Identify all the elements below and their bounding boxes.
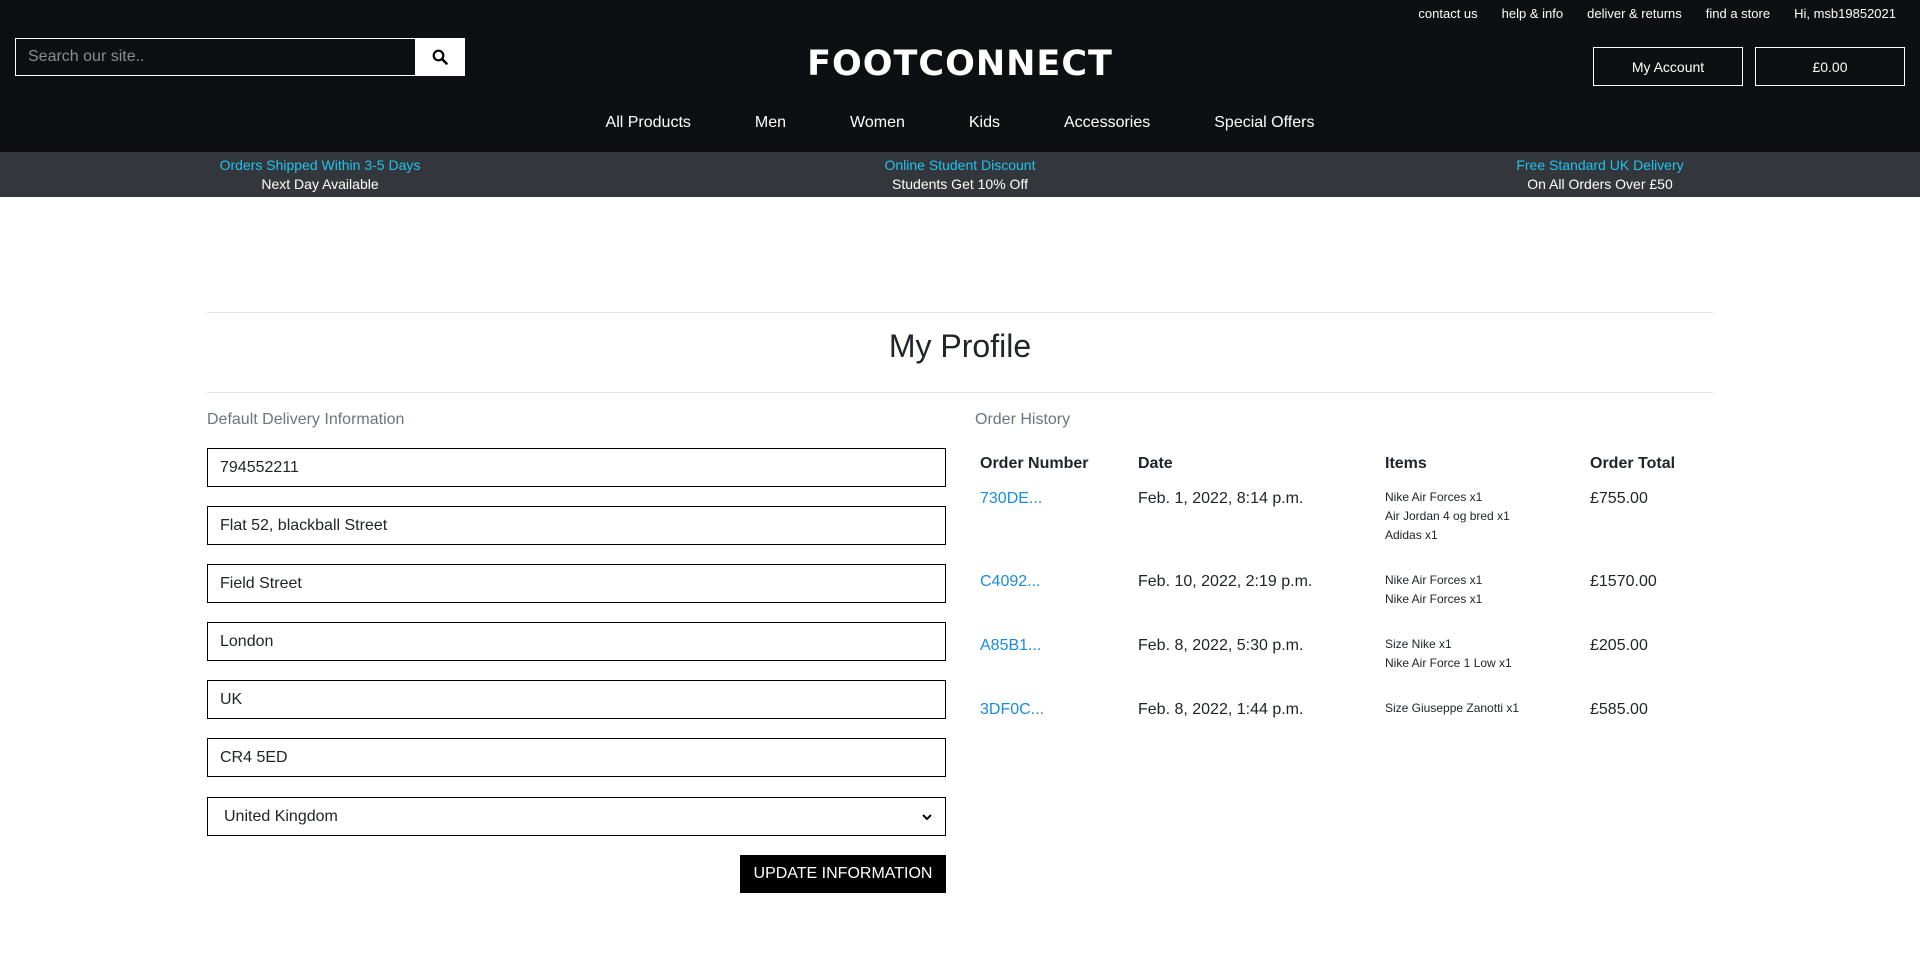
order-total: £755.00 bbox=[1590, 490, 1648, 507]
nav-all-products[interactable]: All Products bbox=[606, 113, 691, 133]
order-items: Nike Air Forces x1 Air Jordan 4 og bred … bbox=[1385, 488, 1510, 545]
country-select-value: United Kingdom bbox=[224, 807, 338, 825]
order-number-link[interactable]: A85B1... bbox=[980, 637, 1041, 655]
promo-student: Online Student Discount Students Get 10%… bbox=[780, 156, 1140, 194]
order-date: Feb. 1, 2022, 8:14 p.m. bbox=[1138, 490, 1304, 507]
order-number-link[interactable]: C4092... bbox=[980, 573, 1040, 591]
promo-shipping: Orders Shipped Within 3-5 Days Next Day … bbox=[140, 156, 500, 194]
order-item: Size Nike x1 bbox=[1385, 637, 1452, 651]
order-items: Nike Air Forces x1 Nike Air Forces x1 bbox=[1385, 571, 1482, 609]
nav-special-offers[interactable]: Special Offers bbox=[1214, 113, 1314, 133]
order-total: £205.00 bbox=[1590, 637, 1648, 654]
promo-student-title[interactable]: Online Student Discount bbox=[780, 156, 1140, 174]
divider-top bbox=[207, 312, 1713, 313]
update-information-button[interactable]: UPDATE INFORMATION bbox=[740, 855, 946, 893]
col-header-items: Items bbox=[1385, 455, 1427, 472]
promo-shipping-title[interactable]: Orders Shipped Within 3-5 Days bbox=[140, 156, 500, 174]
page-title: My Profile bbox=[888, 328, 1032, 364]
order-item: Size Giuseppe Zanotti x1 bbox=[1385, 701, 1520, 715]
promo-delivery-subtitle: On All Orders Over £50 bbox=[1527, 176, 1673, 192]
find-store-link[interactable]: find a store bbox=[1706, 6, 1770, 22]
col-header-date: Date bbox=[1138, 455, 1173, 472]
nav-women[interactable]: Women bbox=[850, 113, 905, 133]
contact-us-link[interactable]: contact us bbox=[1418, 6, 1477, 22]
order-date: Feb. 8, 2022, 1:44 p.m. bbox=[1138, 701, 1304, 718]
order-item: Adidas x1 bbox=[1385, 528, 1438, 542]
delivery-info-heading: Default Delivery Information bbox=[207, 411, 405, 428]
order-total: £1570.00 bbox=[1590, 573, 1657, 590]
order-number-link[interactable]: 3DF0C... bbox=[980, 701, 1044, 719]
divider-bottom bbox=[207, 392, 1713, 393]
order-total: £585.00 bbox=[1590, 701, 1648, 718]
order-items: Size Nike x1 Nike Air Force 1 Low x1 bbox=[1385, 635, 1512, 673]
user-greeting[interactable]: Hi, msb19852021 bbox=[1794, 6, 1896, 22]
my-account-button[interactable]: My Account bbox=[1593, 47, 1743, 86]
country-select[interactable]: United Kingdom bbox=[207, 797, 946, 836]
promo-delivery: Free Standard UK Delivery On All Orders … bbox=[1420, 156, 1780, 194]
phone-field[interactable] bbox=[207, 448, 946, 487]
promo-bar: Orders Shipped Within 3-5 Days Next Day … bbox=[0, 152, 1920, 197]
col-header-order-total: Order Total bbox=[1590, 455, 1676, 472]
street-address-2-field[interactable] bbox=[207, 564, 946, 603]
promo-student-subtitle: Students Get 10% Off bbox=[892, 176, 1028, 192]
help-info-link[interactable]: help & info bbox=[1502, 6, 1563, 22]
order-history-heading: Order History bbox=[975, 411, 1071, 428]
postcode-field[interactable] bbox=[207, 738, 946, 777]
order-date: Feb. 8, 2022, 5:30 p.m. bbox=[1138, 637, 1304, 654]
street-address-1-field[interactable] bbox=[207, 506, 946, 545]
cart-button[interactable]: £0.00 bbox=[1755, 47, 1905, 86]
town-city-field[interactable] bbox=[207, 622, 946, 661]
order-item: Air Jordan 4 og bred x1 bbox=[1385, 509, 1510, 523]
promo-delivery-title[interactable]: Free Standard UK Delivery bbox=[1420, 156, 1780, 174]
order-items: Size Giuseppe Zanotti x1 bbox=[1385, 699, 1519, 718]
county-field[interactable] bbox=[207, 680, 946, 719]
order-item: Nike Air Forces x1 bbox=[1385, 573, 1483, 587]
col-header-order-number: Order Number bbox=[980, 455, 1089, 472]
top-links: contact us help & info deliver & returns… bbox=[1418, 6, 1896, 22]
order-item: Nike Air Force 1 Low x1 bbox=[1385, 656, 1512, 670]
nav-kids[interactable]: Kids bbox=[969, 113, 1000, 133]
order-number-link[interactable]: 730DE... bbox=[980, 490, 1042, 508]
nav-accessories[interactable]: Accessories bbox=[1064, 113, 1150, 133]
order-item: Nike Air Forces x1 bbox=[1385, 592, 1483, 606]
order-item: Nike Air Forces x1 bbox=[1385, 490, 1483, 504]
order-date: Feb. 10, 2022, 2:19 p.m. bbox=[1138, 573, 1313, 590]
site-header: contact us help & info deliver & returns… bbox=[0, 0, 1920, 152]
promo-shipping-subtitle: Next Day Available bbox=[261, 176, 379, 192]
main-nav: All Products Men Women Kids Accessories … bbox=[0, 113, 1920, 133]
nav-men[interactable]: Men bbox=[755, 113, 786, 133]
deliver-returns-link[interactable]: deliver & returns bbox=[1587, 6, 1682, 22]
chevron-down-icon bbox=[922, 813, 932, 820]
